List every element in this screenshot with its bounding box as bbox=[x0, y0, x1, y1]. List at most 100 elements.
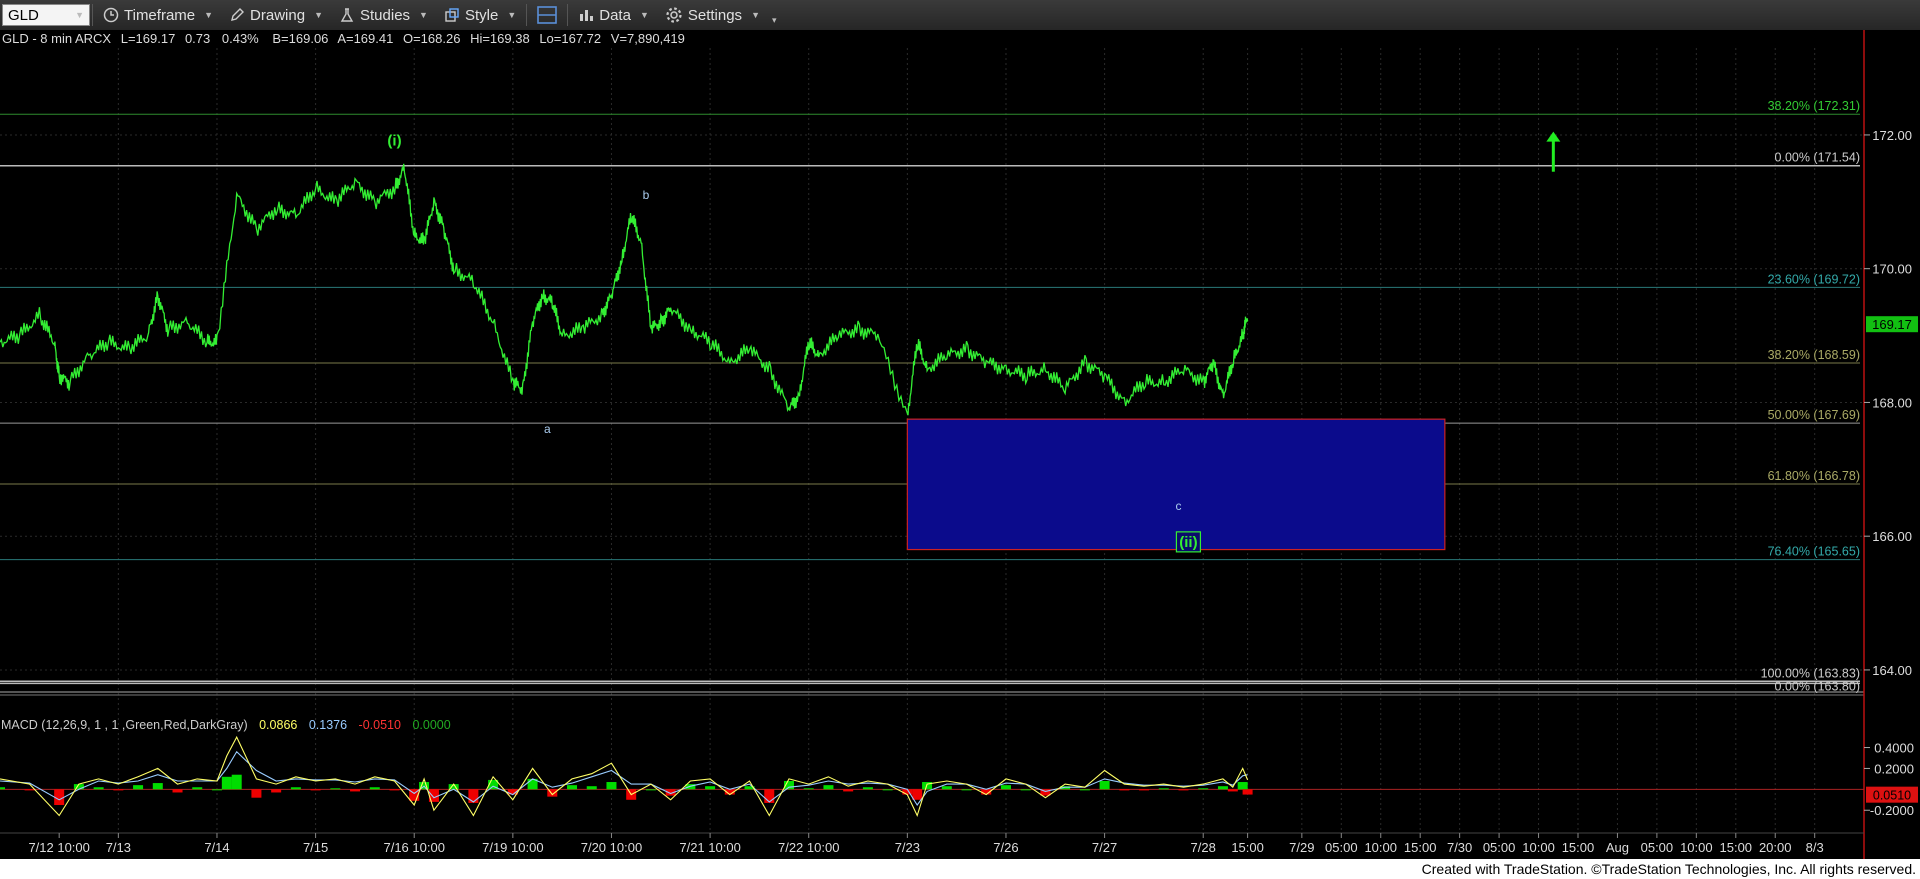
macd-histogram-bar bbox=[192, 787, 203, 790]
macd-histogram-bar bbox=[310, 789, 321, 791]
bid-price: B=169.06 bbox=[272, 31, 328, 46]
macd-histogram-bar bbox=[290, 787, 301, 790]
chevron-down-icon: ▼ bbox=[204, 10, 214, 20]
macd-histogram-bar bbox=[133, 785, 144, 790]
time-tick-label: 15:00 bbox=[1562, 840, 1595, 855]
time-tick-label: Aug bbox=[1606, 840, 1629, 855]
drawing-label: Drawing bbox=[250, 6, 306, 24]
macd-histogram-bar bbox=[567, 785, 578, 790]
pencil-icon bbox=[231, 8, 245, 21]
time-tick-label: 8/3 bbox=[1806, 840, 1824, 855]
macd-histogram-bar bbox=[1198, 788, 1209, 790]
macd-histogram-bar bbox=[221, 776, 232, 790]
price-tick-label: 164.00 bbox=[1872, 663, 1912, 678]
time-tick-label: 7/26 bbox=[993, 840, 1018, 855]
fib-label: 50.00% (167.69) bbox=[1768, 408, 1860, 422]
time-tick-label: 10:00 bbox=[1522, 840, 1555, 855]
time-tick-label: 7/13 bbox=[106, 840, 131, 855]
macd-histogram-bar bbox=[764, 789, 775, 803]
price-chart[interactable]: 38.20% (172.31) 0.00% (171.54) 23.60% (169… bbox=[0, 30, 1920, 859]
chart-toolbar: GLD ▼ Timeframe ▼ Drawing ▼ Studies ▼ St… bbox=[0, 0, 1920, 31]
macd-tick-label: 0.2000 bbox=[1874, 761, 1914, 776]
data-menu[interactable]: Data ▼ bbox=[570, 0, 657, 30]
chevron-down-icon: ▼ bbox=[751, 10, 760, 20]
macd-histogram-bar bbox=[1020, 789, 1031, 791]
macd-histogram-bar bbox=[586, 786, 597, 790]
net-change: 0.73 bbox=[185, 31, 210, 46]
chevron-down-icon: ▼ bbox=[75, 10, 84, 20]
macd-histogram-bar bbox=[1217, 786, 1228, 790]
time-tick-label: 05:00 bbox=[1483, 840, 1516, 855]
timeframe-menu[interactable]: Timeframe ▼ bbox=[95, 0, 221, 30]
macd-histogram-bar bbox=[1099, 780, 1110, 790]
time-tick-label: 7/15 bbox=[303, 840, 328, 855]
macd-diff-value: -0.0510 bbox=[359, 718, 401, 732]
gear-icon bbox=[666, 7, 682, 23]
style-label: Style bbox=[464, 6, 499, 24]
footer: Created with TradeStation. ©TradeStation… bbox=[0, 859, 1920, 879]
studies-menu[interactable]: Studies ▼ bbox=[331, 0, 436, 30]
data-label: Data bbox=[599, 6, 631, 24]
studies-label: Studies bbox=[360, 6, 411, 24]
flask-icon bbox=[340, 8, 354, 22]
macd-tick-label: -0.2000 bbox=[1870, 803, 1914, 818]
macd-avg-value: 0.1376 bbox=[309, 718, 347, 732]
fib-label: 0.00% (171.54) bbox=[1775, 151, 1860, 165]
style-menu[interactable]: Style ▼ bbox=[436, 0, 524, 30]
macd-histogram-bar bbox=[271, 789, 282, 793]
fib-label: 38.20% (172.31) bbox=[1768, 99, 1860, 113]
style-icon bbox=[445, 8, 459, 22]
layout-icon bbox=[537, 6, 558, 24]
macd-histogram-bar bbox=[251, 789, 262, 798]
time-tick-label: 15:00 bbox=[1404, 840, 1437, 855]
low-price: Lo=167.72 bbox=[539, 31, 601, 46]
layout-button[interactable] bbox=[529, 0, 565, 30]
price-tick-label: 166.00 bbox=[1872, 529, 1912, 544]
macd-histogram-bar bbox=[823, 785, 834, 790]
macd-zero-value: 0.0000 bbox=[412, 718, 450, 732]
fib-label: 23.60% (169.72) bbox=[1768, 272, 1860, 286]
macd-histogram-bar bbox=[1119, 789, 1130, 791]
macd-histogram-bar bbox=[369, 787, 380, 790]
toolbar-divider bbox=[92, 4, 93, 26]
macd-histogram-bar bbox=[0, 787, 5, 790]
fib-label: 100.00% (163.83) bbox=[1761, 666, 1860, 680]
settings-menu[interactable]: Settings ▼ bbox=[657, 0, 768, 30]
time-tick-label: 7/12 10:00 bbox=[28, 840, 89, 855]
settings-label: Settings bbox=[687, 6, 743, 24]
time-tick-label: 10:00 bbox=[1680, 840, 1713, 855]
time-tick-label: 7/19 10:00 bbox=[482, 840, 543, 855]
time-tick-label: 7/14 bbox=[204, 840, 229, 855]
last-price: L=169.17 bbox=[121, 31, 176, 46]
open-price: O=168.26 bbox=[403, 31, 460, 46]
macd-histogram-bar bbox=[705, 786, 716, 790]
macd-histogram-bar bbox=[1000, 785, 1011, 790]
wave-label: c bbox=[1176, 499, 1182, 513]
wave-label: (i) bbox=[387, 133, 401, 150]
macd-histogram-bar bbox=[1139, 789, 1150, 791]
clock-icon bbox=[103, 7, 119, 23]
macd-histogram-bar bbox=[961, 789, 972, 791]
chevron-down-icon: ▼ bbox=[507, 10, 517, 20]
macd-current-marker-label: 0.0510 bbox=[1873, 789, 1911, 803]
macd-histogram-bar bbox=[231, 774, 242, 790]
macd-histogram-bar bbox=[941, 786, 952, 790]
symbol-dropdown[interactable]: GLD ▼ bbox=[2, 4, 90, 26]
time-tick-label: 7/22 10:00 bbox=[778, 840, 839, 855]
time-tick-label: 7/23 bbox=[895, 840, 920, 855]
macd-histogram-bar bbox=[1079, 789, 1090, 791]
time-tick-label: 05:00 bbox=[1325, 840, 1358, 855]
fib-label: 61.80% (166.78) bbox=[1768, 469, 1860, 483]
chevron-down-icon: ▼ bbox=[639, 10, 649, 20]
macd-histogram-bar bbox=[803, 788, 814, 790]
toolbar-overflow-icon[interactable]: ▾ bbox=[772, 15, 777, 26]
time-tick-label: 15:00 bbox=[1720, 840, 1753, 855]
time-tick-label: 7/28 bbox=[1191, 840, 1216, 855]
time-tick-label: 7/27 bbox=[1092, 840, 1117, 855]
macd-histogram-bar bbox=[152, 783, 163, 790]
quote-header: GLD - 8 min ARCX L=169.17 0.73 0.43% B=1… bbox=[2, 31, 685, 46]
macd-tick-label: 0.4000 bbox=[1874, 741, 1914, 756]
macd-histogram-bar bbox=[330, 788, 341, 790]
macd-header: MACD (12,26,9, 1 , 1 ,Green,Red,DarkGray… bbox=[1, 718, 451, 732]
drawing-menu[interactable]: Drawing ▼ bbox=[221, 0, 331, 30]
